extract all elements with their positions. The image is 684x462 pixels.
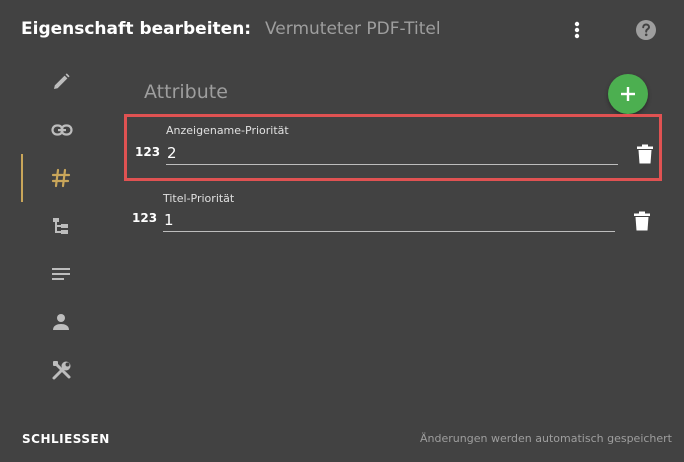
more-vert-icon — [574, 21, 580, 39]
attribute-row: 123 Anzeigename-Priorität — [124, 114, 662, 181]
tools-icon — [52, 361, 71, 380]
attribute-label: Titel-Priorität — [163, 192, 235, 205]
attribute-value-input[interactable] — [163, 210, 615, 232]
hash-icon — [51, 168, 71, 188]
nav-item-edit[interactable] — [21, 58, 101, 106]
delete-attribute-button[interactable] — [632, 210, 652, 232]
delete-attribute-button[interactable] — [635, 143, 655, 165]
property-name: Vermuteter PDF-Titel — [265, 19, 441, 39]
trash-icon — [637, 144, 653, 164]
attribute-value-input[interactable] — [166, 143, 618, 165]
text-lines-icon — [52, 268, 70, 280]
more-menu-button[interactable] — [566, 18, 588, 42]
nav-item-attributes[interactable] — [21, 154, 101, 202]
attribute-label: Anzeigename-Priorität — [166, 124, 289, 137]
nav-item-link[interactable] — [21, 106, 101, 154]
nav-item-tools[interactable] — [21, 346, 101, 394]
tree-icon — [53, 218, 68, 234]
dialog-header: Eigenschaft bearbeiten: Vermuteter PDF-T… — [0, 0, 684, 58]
help-button[interactable] — [634, 18, 658, 42]
add-attribute-button[interactable] — [608, 74, 648, 114]
section-title: Attribute — [144, 81, 228, 103]
plus-icon — [621, 87, 635, 101]
link-icon — [51, 124, 73, 136]
close-button[interactable]: SCHLIESSEN — [22, 432, 110, 446]
number-type-badge: 123 — [132, 211, 158, 225]
nav-item-description[interactable] — [21, 250, 101, 298]
autosave-note: Änderungen werden automatisch gespeicher… — [420, 432, 672, 445]
trash-icon — [634, 211, 650, 231]
pencil-icon — [54, 73, 70, 89]
help-icon — [636, 20, 656, 40]
attribute-row: 123 Titel-Priorität — [124, 188, 662, 250]
nav-item-hierarchy[interactable] — [21, 202, 101, 250]
nav-item-user[interactable] — [21, 298, 101, 346]
side-nav — [0, 58, 120, 398]
dialog-title: Eigenschaft bearbeiten: — [21, 19, 252, 39]
dialog-footer: SCHLIESSEN Änderungen werden automatisch… — [0, 420, 684, 462]
number-type-badge: 123 — [135, 145, 161, 159]
person-icon — [53, 314, 69, 330]
